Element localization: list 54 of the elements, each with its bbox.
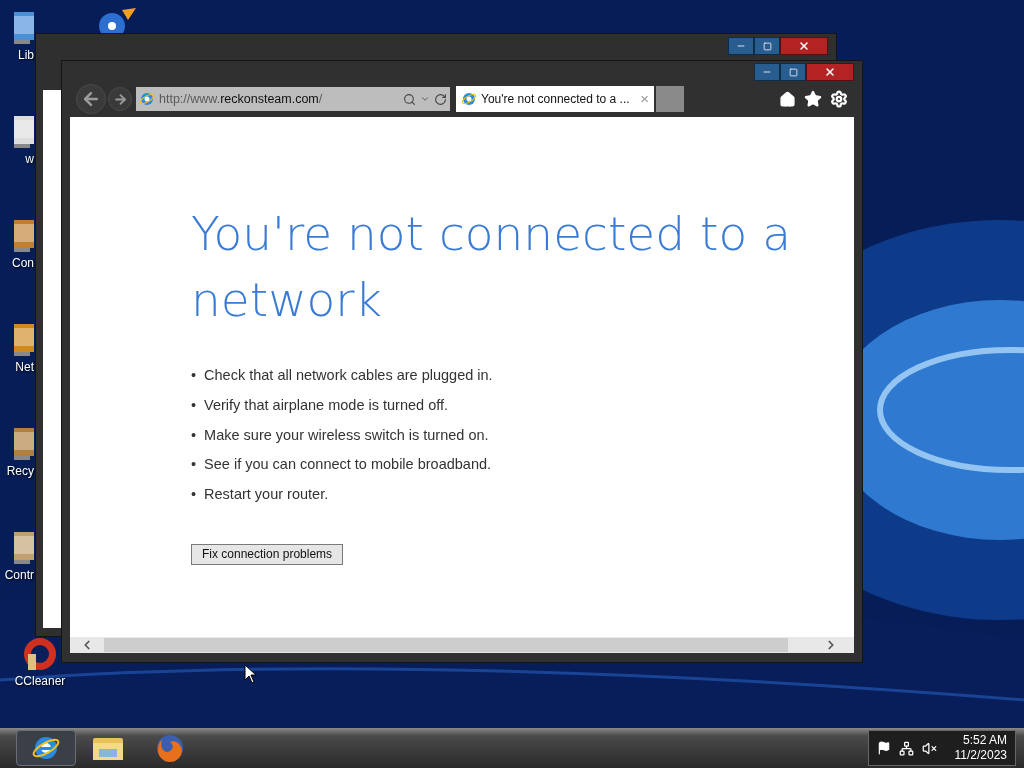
search-icon[interactable] xyxy=(403,92,416,106)
star-icon[interactable] xyxy=(804,90,822,108)
bullet-text: Verify that airplane mode is turned off. xyxy=(204,395,449,415)
settings-icon[interactable] xyxy=(830,90,848,108)
address-bar[interactable]: http://www.reckonsteam.com/ xyxy=(136,87,450,111)
firefox-icon xyxy=(154,732,186,764)
forward-arrow-icon xyxy=(112,91,128,107)
maximize-button[interactable] xyxy=(754,37,780,55)
maximize-button[interactable] xyxy=(780,63,806,81)
close-button[interactable] xyxy=(780,37,828,55)
bullet-text: Make sure your wireless switch is turned on. xyxy=(204,425,489,445)
mouse-pointer-icon xyxy=(244,664,256,684)
close-icon xyxy=(824,66,836,78)
tab-title: You're not connected to a ... xyxy=(481,91,631,108)
network-icon[interactable] xyxy=(899,740,914,756)
volume-muted-icon[interactable] xyxy=(922,740,937,756)
bullet: • xyxy=(191,395,197,415)
flag-icon[interactable] xyxy=(877,741,891,755)
address-text: http://www.reckonsteam.com/ xyxy=(159,90,323,108)
close-button[interactable] xyxy=(806,63,854,81)
maximize-icon xyxy=(762,41,772,51)
forward-button[interactable] xyxy=(108,87,132,111)
browser-icon xyxy=(139,91,155,107)
bullet-text: Restart your router. xyxy=(204,485,329,504)
clock-time[interactable]: 5:52 AM xyxy=(962,733,1007,748)
fix-connection-button[interactable]: Fix connection problems xyxy=(191,543,344,565)
browser-icon xyxy=(461,91,477,107)
desktop-icon-label: Lib xyxy=(18,48,34,63)
desktop-icon-label: CCleaner xyxy=(14,674,66,689)
bullet: • xyxy=(191,425,197,445)
bullet: • xyxy=(191,485,197,504)
scrollbar-thumb[interactable] xyxy=(104,638,788,652)
desktop-icon-label: w xyxy=(25,152,34,167)
bullet: • xyxy=(191,366,197,385)
desktop-icon-label: Contr xyxy=(4,568,34,583)
clock-date[interactable]: 11/2/2023 xyxy=(954,748,1007,763)
close-icon xyxy=(798,40,810,52)
minimize-button[interactable] xyxy=(754,63,780,81)
bullet-text: Check that all network cables are plugged in. xyxy=(204,366,493,385)
bullet-text: See if you can connect to mobile broadband. xyxy=(204,455,492,475)
refresh-icon[interactable] xyxy=(434,92,447,106)
desktop-icon-label: Con xyxy=(12,256,34,271)
home-icon[interactable] xyxy=(779,90,796,108)
taskbar-button[interactable] xyxy=(16,730,76,766)
desktop-icon-label: Net xyxy=(15,360,34,375)
minimize-button[interactable] xyxy=(728,37,754,55)
bullet: • xyxy=(191,455,197,475)
desktop-icon-label: Recy xyxy=(6,464,34,479)
horizontal-scrollbar[interactable] xyxy=(70,637,854,653)
maximize-icon xyxy=(788,67,798,77)
dropdown-icon[interactable] xyxy=(420,94,430,104)
error-heading: You're not connected to a network xyxy=(191,205,791,329)
back-button[interactable] xyxy=(76,84,106,114)
browser-tab[interactable]: You're not connected to a ... × xyxy=(456,86,654,112)
